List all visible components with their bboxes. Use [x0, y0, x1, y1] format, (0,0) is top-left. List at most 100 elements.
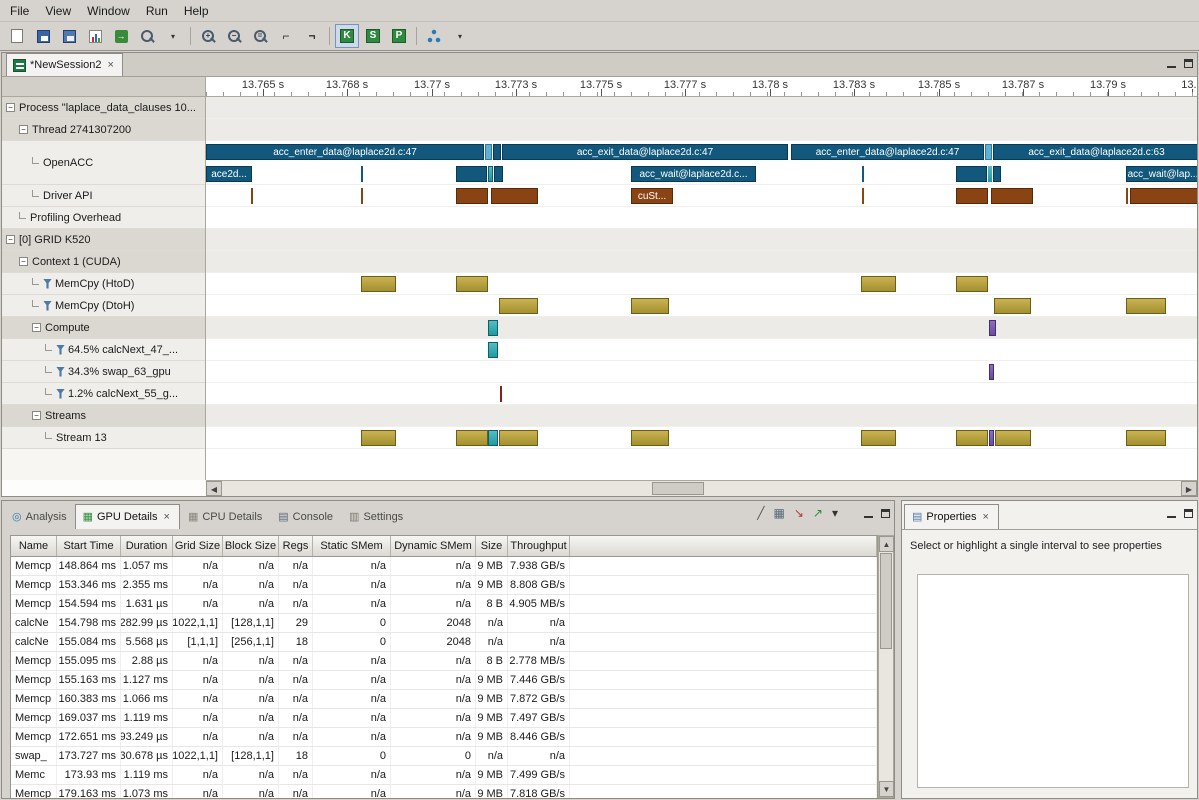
timeline-lane[interactable]: acc_enter_data@laplace2d.c:47 acc_exit_da… [206, 141, 1197, 185]
scroll-right-arrow[interactable]: ▶ [1181, 481, 1197, 496]
timeline-lane[interactable] [206, 273, 1197, 295]
timeline-bar[interactable]: acc_exit_data@laplace2d.c:63 [993, 144, 1197, 160]
minimize-button[interactable] [864, 507, 873, 521]
stream-view-button[interactable]: S [361, 24, 385, 48]
report-chart-button[interactable] [83, 24, 107, 48]
timeline-lane[interactable] [206, 317, 1197, 339]
new-session-button[interactable] [5, 24, 29, 48]
tree-row[interactable]: −Context 1 (CUDA) [2, 251, 206, 273]
timeline-bar[interactable] [491, 188, 538, 204]
table-row[interactable]: calcNe154.798 ms282.99 µs[1022,1,1][128,… [11, 614, 877, 633]
columns-layout-button[interactable]: ▦ [774, 507, 785, 519]
column-header-duration[interactable]: Duration [121, 536, 173, 556]
process-view-button[interactable]: P [387, 24, 411, 48]
timeline-lane[interactable] [206, 427, 1197, 449]
zoom-fit-button[interactable]: = [248, 24, 272, 48]
tree-row[interactable]: −Streams [2, 405, 206, 427]
zoom-in-button[interactable]: + [196, 24, 220, 48]
column-header-filler[interactable] [570, 536, 877, 556]
column-header-throughput[interactable]: Throughput [508, 536, 570, 556]
timeline-bar[interactable] [488, 320, 498, 336]
table-row[interactable]: swap_173.727 ms30.678 µs[1022,1,1][128,1… [11, 747, 877, 766]
expander-icon[interactable]: − [19, 125, 28, 134]
table-row[interactable]: Memcp179.163 ms1.073 msn/an/an/an/an/a9 … [11, 785, 877, 798]
column-header-start-time[interactable]: Start Time [57, 536, 121, 556]
timeline-bar[interactable] [631, 298, 669, 314]
table-row[interactable]: Memcp169.037 ms1.119 msn/an/an/an/an/a9 … [11, 709, 877, 728]
analysis-dropdown-button[interactable]: ▾ [448, 24, 472, 48]
timeline-lane[interactable] [206, 295, 1197, 317]
timeline-bar[interactable]: acc_enter_data@laplace2d.c:47 [791, 144, 984, 160]
scroll-down-arrow[interactable]: ▼ [879, 781, 894, 797]
timeline-lane[interactable] [206, 97, 1197, 119]
timeline-bar[interactable] [361, 166, 363, 182]
timeline-bar[interactable] [456, 188, 488, 204]
tree-row[interactable]: −Compute [2, 317, 206, 339]
timeline-lane[interactable] [206, 383, 1197, 405]
vscrollbar-thumb[interactable] [880, 553, 892, 649]
column-header-grid-size[interactable]: Grid Size [173, 536, 223, 556]
table-row[interactable]: Memcp160.383 ms1.066 msn/an/an/an/an/a9 … [11, 690, 877, 709]
table-row[interactable]: Memc173.93 ms1.119 msn/an/an/an/an/a9 MB… [11, 766, 877, 785]
maximize-button[interactable] [1184, 57, 1193, 71]
menu-item-window[interactable]: Window [79, 1, 138, 21]
tree-row[interactable]: −[0] GRID K520 [2, 229, 206, 251]
table-row[interactable]: Memcp155.095 ms2.88 µsn/an/an/an/an/a8 B… [11, 652, 877, 671]
timeline-bar[interactable] [456, 430, 488, 446]
timeline-lane[interactable] [206, 339, 1197, 361]
export-button[interactable]: → [109, 24, 133, 48]
menu-item-view[interactable]: View [37, 1, 79, 21]
tab-analysis[interactable]: ◎Analysis [4, 504, 75, 529]
table-row[interactable]: Memcp154.594 ms1.631 µsn/an/an/an/an/a8 … [11, 595, 877, 614]
timeline-bar[interactable] [499, 430, 538, 446]
timeline-bar[interactable] [861, 276, 896, 292]
timeline-bar[interactable] [1126, 430, 1166, 446]
timeline-bar[interactable] [991, 188, 1033, 204]
timeline-bar[interactable] [631, 430, 669, 446]
filter-pencil-button[interactable]: ╱ [757, 507, 764, 519]
column-header-block-size[interactable]: Block Size [223, 536, 279, 556]
scroll-up-arrow[interactable]: ▲ [879, 536, 894, 552]
timeline-bar[interactable] [956, 188, 988, 204]
timeline-lane[interactable] [206, 251, 1197, 273]
timeline-bar[interactable] [994, 298, 1031, 314]
timeline-bar[interactable] [488, 166, 493, 182]
timeline-ruler[interactable]: 13.765 s13.768 s13.77 s13.773 s13.775 s1… [206, 77, 1197, 97]
timeline-bar[interactable] [956, 430, 988, 446]
menu-item-file[interactable]: File [2, 1, 37, 21]
zoom-out-button[interactable]: − [222, 24, 246, 48]
tab-newsession2[interactable]: *NewSession2 × [6, 53, 123, 76]
timeline-lane[interactable]: cuSt... [206, 185, 1197, 207]
tree-row[interactable]: Driver API [2, 185, 206, 207]
menu-item-help[interactable]: Help [176, 1, 217, 21]
timeline-bar[interactable] [485, 144, 492, 160]
minimize-button[interactable] [1167, 57, 1176, 71]
timeline-bar[interactable] [989, 364, 994, 380]
expander-icon[interactable]: − [32, 411, 41, 420]
tree-row[interactable]: MemCpy (HtoD) [2, 273, 206, 295]
close-icon[interactable]: × [981, 511, 991, 523]
timeline-bar[interactable] [861, 430, 896, 446]
tree-row[interactable]: MemCpy (DtoH) [2, 295, 206, 317]
kernel-view-button[interactable]: K [335, 24, 359, 48]
table-row[interactable]: Memcp155.163 ms1.127 msn/an/an/an/an/a9 … [11, 671, 877, 690]
goto-timeline-button[interactable]: ↘ [794, 507, 804, 519]
column-header-regs[interactable]: Regs [279, 536, 313, 556]
timeline-lane[interactable] [206, 207, 1197, 229]
tab-console[interactable]: ▤Console [270, 504, 341, 529]
timeline-bar[interactable] [456, 276, 488, 292]
timeline-bar[interactable] [985, 144, 992, 160]
export-details-button[interactable]: ↗ [813, 507, 823, 519]
timeline-bar[interactable] [989, 430, 994, 446]
tree-row[interactable]: Stream 13 [2, 427, 206, 449]
timeline-bar[interactable] [361, 188, 363, 204]
save-all-button[interactable] [57, 24, 81, 48]
timeline-bar[interactable] [488, 430, 498, 446]
view-menu-button[interactable]: ▾ [832, 507, 838, 519]
timeline-bar[interactable] [862, 188, 864, 204]
column-header-size[interactable]: Size [476, 536, 508, 556]
tree-row[interactable]: 34.3% swap_63_gpu [2, 361, 206, 383]
timeline-bar[interactable] [494, 166, 503, 182]
column-header-name[interactable]: Name [11, 536, 57, 556]
close-icon[interactable]: × [162, 511, 172, 523]
